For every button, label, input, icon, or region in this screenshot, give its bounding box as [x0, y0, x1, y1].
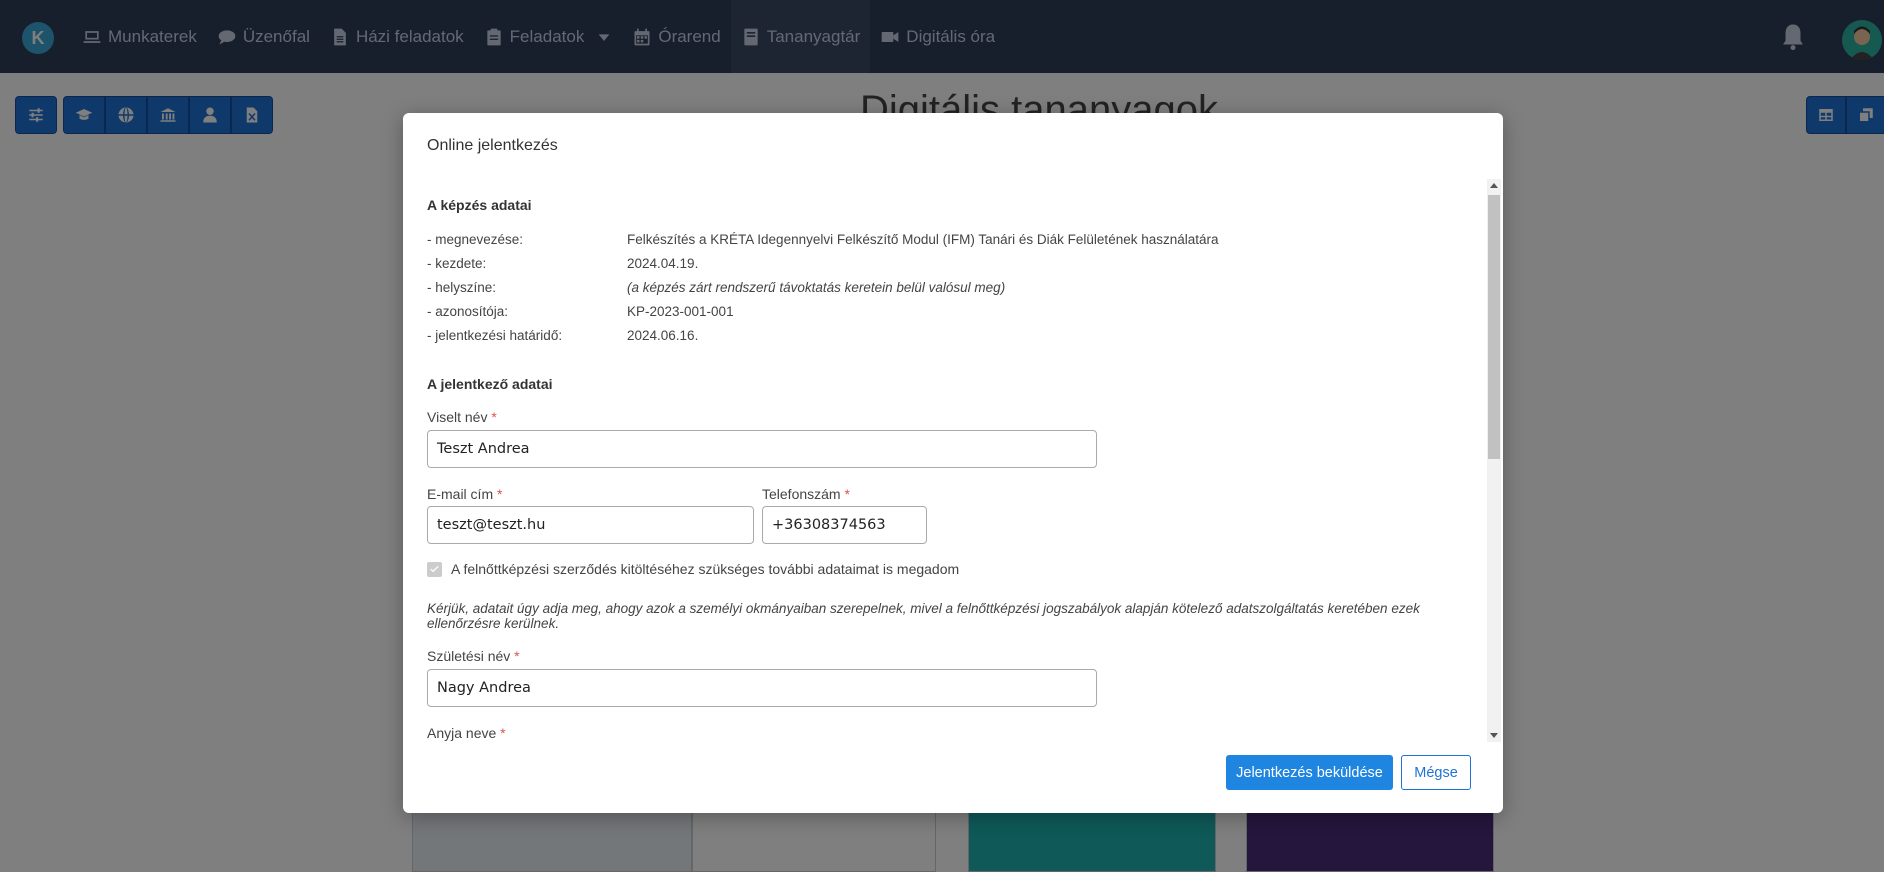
required-marker: * [500, 725, 506, 741]
modal-scroll-clip: Nagy Andrea Anyja neve * [403, 179, 1471, 742]
field-label-text: Anyja neve [427, 725, 497, 741]
scroll-thumb[interactable] [1488, 195, 1500, 459]
mother-name-field-label: Anyja neve * [427, 725, 506, 741]
modal-scrollbar[interactable] [1487, 179, 1501, 742]
cancel-button[interactable]: Mégse [1401, 755, 1471, 790]
scroll-down-arrow-icon[interactable] [1490, 733, 1498, 738]
submit-registration-button[interactable]: Jelentkezés beküldése [1226, 755, 1393, 790]
birth-name-input[interactable]: Nagy Andrea [427, 669, 1097, 707]
scroll-up-arrow-icon[interactable] [1490, 183, 1498, 188]
